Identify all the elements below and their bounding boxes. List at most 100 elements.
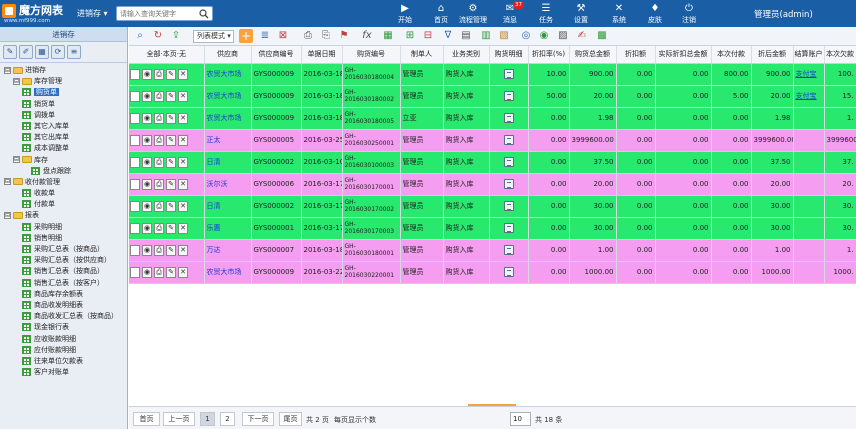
print-icon[interactable]: ⎙ bbox=[154, 222, 164, 234]
module-selector[interactable]: 进销存 ▾ bbox=[77, 8, 108, 19]
supplier-link[interactable]: 农贸大市场 bbox=[204, 63, 252, 86]
grid-add-icon[interactable]: ⊞ bbox=[403, 29, 417, 43]
supplier-link[interactable]: 农贸大市场 bbox=[204, 261, 252, 284]
table-row[interactable]: ◉ ⎙ ✎ ✕ 正太 GYS000005 2016-03-25 GH-201603025000… bbox=[129, 129, 856, 152]
nav-logout[interactable]: ⏻ 注销 bbox=[671, 2, 707, 26]
import-icon[interactable]: ▦ bbox=[381, 29, 395, 43]
column-icon[interactable]: ▤ bbox=[459, 29, 473, 43]
collapse-toggle-icon[interactable]: ⊟ bbox=[13, 77, 20, 85]
detail-icon[interactable] bbox=[503, 113, 514, 123]
tree-item[interactable]: 采购汇总表（按供应商） bbox=[0, 255, 127, 266]
tree-item[interactable]: 购货单 bbox=[0, 87, 127, 98]
delete-icon[interactable]: ✕ bbox=[178, 178, 188, 190]
last-page-button[interactable]: 尾页 bbox=[279, 412, 302, 426]
tree-grid-icon[interactable]: ▦ bbox=[35, 45, 49, 59]
batch-icon[interactable]: ▨ bbox=[556, 29, 570, 43]
page-1-button[interactable]: 1 bbox=[200, 412, 215, 426]
tree-item[interactable]: 盘点跟踪 bbox=[0, 166, 127, 177]
print-icon[interactable]: ⎙ bbox=[154, 68, 164, 80]
table-row[interactable]: ◉ ⎙ ✎ ✕ 万达 GYS000007 2016-03-18 GH-201603018000… bbox=[129, 239, 856, 262]
delete-icon[interactable]: ✕ bbox=[178, 222, 188, 234]
detail-icon[interactable] bbox=[503, 157, 514, 167]
tree-item[interactable]: 现金银行表 bbox=[0, 322, 127, 333]
tree-folder[interactable]: ⊟ 进销存 bbox=[0, 65, 127, 76]
tree-item[interactable]: 应付账款明细 bbox=[0, 345, 127, 356]
print-icon[interactable]: ⎙ bbox=[154, 244, 164, 256]
filter-icon[interactable]: ∇ bbox=[441, 29, 455, 43]
supplier-link[interactable]: 农贸大市场 bbox=[204, 85, 252, 108]
tree-db-icon[interactable]: ≡ bbox=[67, 45, 81, 59]
row-checkbox[interactable] bbox=[130, 178, 140, 190]
grid-remove-icon[interactable]: ⊟ bbox=[421, 29, 435, 43]
print-icon[interactable]: ⎙ bbox=[154, 156, 164, 168]
print-icon[interactable]: ⎙ bbox=[301, 29, 315, 43]
row-checkbox[interactable] bbox=[130, 134, 140, 146]
supplier-link[interactable]: 日清 bbox=[204, 151, 252, 174]
delete-icon[interactable]: ✕ bbox=[178, 156, 188, 168]
tree-item[interactable]: 往来单位欠款表 bbox=[0, 356, 127, 367]
detail-icon[interactable] bbox=[503, 223, 514, 233]
tree-item[interactable]: 商品收发明细表 bbox=[0, 300, 127, 311]
table-row[interactable]: ◉ ⎙ ✎ ✕ 乐惠 GYS000001 2016-03-17 GH-201603017000… bbox=[129, 217, 856, 240]
tree-item[interactable]: 调拨单 bbox=[0, 110, 127, 121]
view-icon[interactable]: ◉ bbox=[142, 178, 152, 190]
detail-icon[interactable] bbox=[503, 267, 514, 277]
delete-icon[interactable]: ✕ bbox=[178, 200, 188, 212]
edit-icon[interactable]: ✎ bbox=[166, 112, 176, 124]
print-icon[interactable]: ⎙ bbox=[154, 112, 164, 124]
nav-home[interactable]: ⌂ 首页 bbox=[423, 2, 459, 26]
prev-page-button[interactable]: 上一页 bbox=[163, 412, 195, 426]
detail-icon[interactable] bbox=[503, 245, 514, 255]
collapse-toggle-icon[interactable]: ⊟ bbox=[4, 178, 11, 186]
collapse-toggle-icon[interactable]: ⊟ bbox=[4, 66, 11, 74]
db-sync-icon[interactable]: ◉ bbox=[537, 29, 551, 43]
user-name[interactable]: 管理员(admin) bbox=[754, 8, 813, 20]
nav-system[interactable]: ✕ 系统 bbox=[601, 2, 637, 26]
account-link[interactable]: 支付宝 bbox=[796, 92, 817, 100]
detail-icon[interactable] bbox=[503, 179, 514, 189]
detail-icon[interactable] bbox=[503, 91, 514, 101]
search-icon[interactable] bbox=[199, 9, 209, 19]
tree-item[interactable]: 其它入库单 bbox=[0, 121, 127, 132]
print-icon[interactable]: ⎙ bbox=[154, 134, 164, 146]
tree-folder[interactable]: ⊟ 收付款管理 bbox=[0, 177, 127, 188]
column-header[interactable]: 全部·本页·无 bbox=[129, 46, 205, 64]
page-2-button[interactable]: 2 bbox=[220, 412, 235, 426]
delete-icon[interactable]: ✕ bbox=[178, 68, 188, 80]
print-icon[interactable]: ⎙ bbox=[154, 200, 164, 212]
account-link[interactable]: 支付宝 bbox=[796, 70, 817, 78]
view-icon[interactable]: ◉ bbox=[142, 200, 152, 212]
print-icon[interactable]: ⎙ bbox=[154, 266, 164, 278]
supplier-link[interactable]: 沃尔沃 bbox=[204, 173, 252, 196]
tree-item[interactable]: 采购汇总表（按商品） bbox=[0, 244, 127, 255]
tree-item[interactable]: 商品收发汇总表（按商品） bbox=[0, 311, 127, 322]
export-icon[interactable]: ⇪ bbox=[169, 29, 183, 43]
row-checkbox[interactable] bbox=[130, 222, 140, 234]
edit-list-icon[interactable]: ≣ bbox=[258, 29, 272, 43]
delete-list-icon[interactable]: ⊠ bbox=[276, 29, 290, 43]
table-row[interactable]: ◉ ⎙ ✎ ✕ 沃尔沃 GYS000006 2016-03-17 GH-20160301700… bbox=[129, 173, 856, 196]
row-checkbox[interactable] bbox=[130, 244, 140, 256]
tree-refresh-icon[interactable]: ⟳ bbox=[51, 45, 65, 59]
report-icon[interactable]: ▧ bbox=[497, 29, 511, 43]
view-icon[interactable]: ◉ bbox=[142, 112, 152, 124]
view-icon[interactable]: ◉ bbox=[142, 244, 152, 256]
tree-folder[interactable]: ⊟ 库存管理 bbox=[0, 76, 127, 87]
nav-settings[interactable]: ⚒ 设置 bbox=[563, 2, 599, 26]
search-box[interactable] bbox=[116, 6, 213, 21]
nav-start[interactable]: ▶ 开始 bbox=[387, 2, 423, 26]
collapse-toggle-icon[interactable]: ⊟ bbox=[4, 211, 11, 219]
edit-icon[interactable]: ✎ bbox=[166, 222, 176, 234]
tree-edit-icon[interactable]: ✐ bbox=[19, 45, 33, 59]
tree-item[interactable]: 销售汇总表（按商品） bbox=[0, 266, 127, 277]
row-checkbox[interactable] bbox=[130, 156, 140, 168]
tree-item[interactable]: 成本调整单 bbox=[0, 143, 127, 154]
row-checkbox[interactable] bbox=[130, 112, 140, 124]
db-icon[interactable]: ◎ bbox=[519, 29, 533, 43]
search-icon[interactable]: ⌕ bbox=[133, 29, 147, 43]
tree-folder[interactable]: ⊟ 库存 bbox=[0, 155, 127, 166]
edit-icon[interactable]: ✎ bbox=[166, 90, 176, 102]
supplier-link[interactable]: 正太 bbox=[204, 129, 252, 152]
edit-icon[interactable]: ✎ bbox=[166, 200, 176, 212]
tree-item[interactable]: 商品库存余额表 bbox=[0, 289, 127, 300]
